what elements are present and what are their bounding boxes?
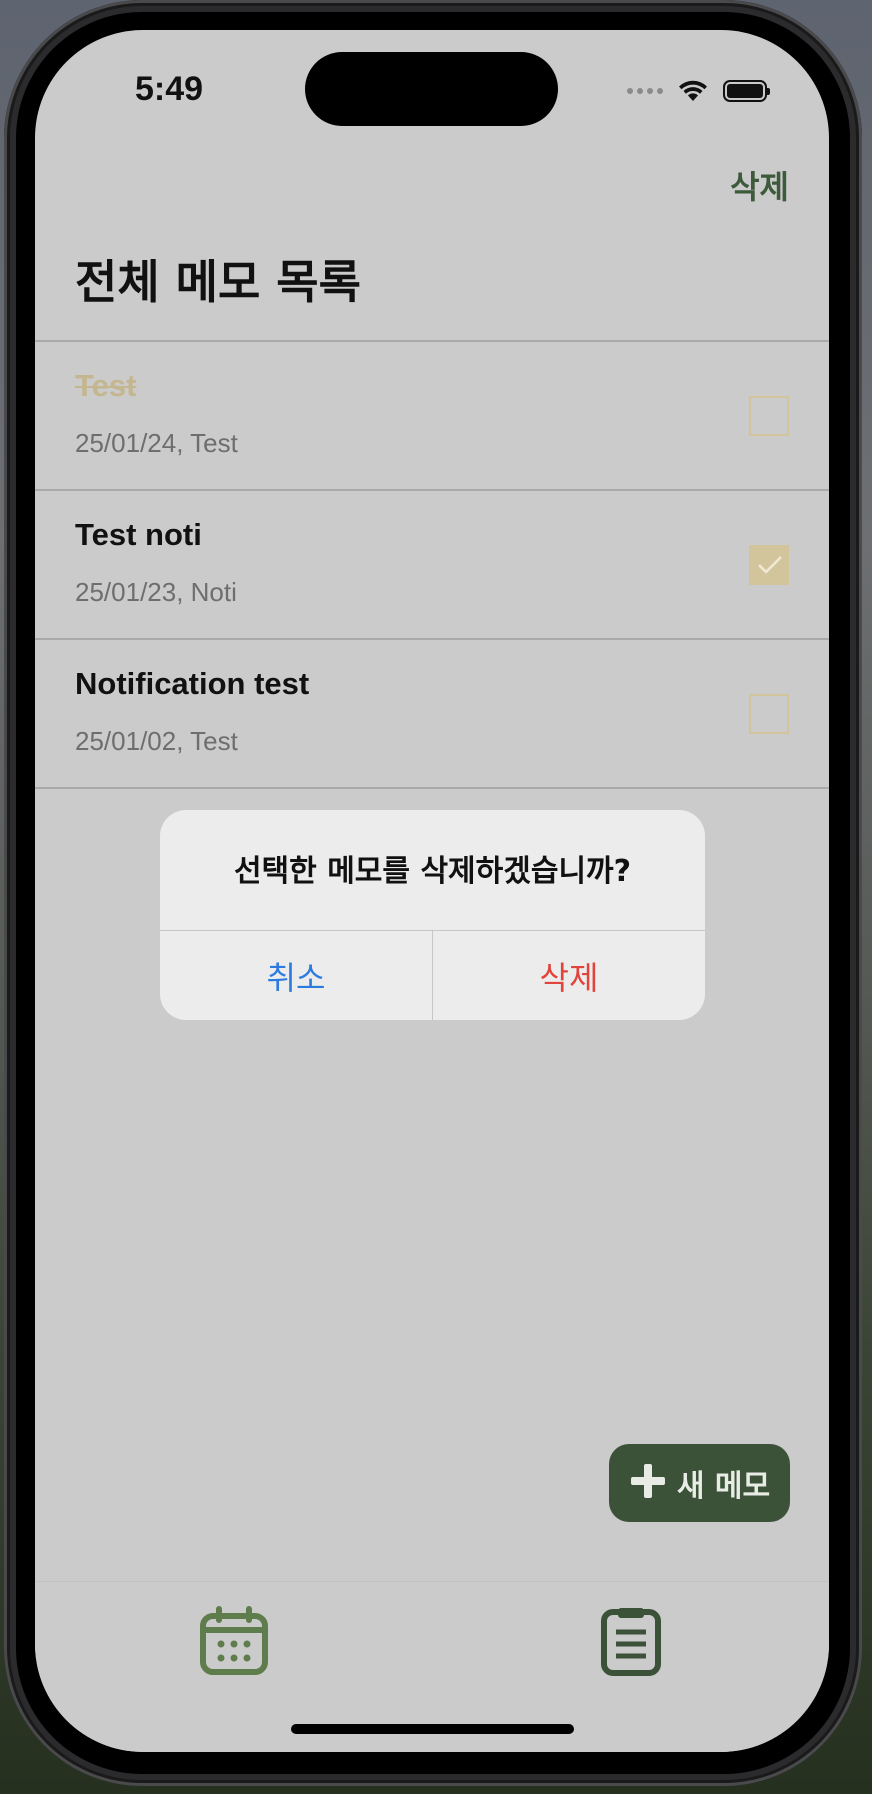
memo-row[interactable]: Test 25/01/24, Test xyxy=(35,340,829,489)
memo-list: Test 25/01/24, Test Test noti 25/01/23, … xyxy=(35,340,829,789)
app-screen: 5:49 삭제 전체 메모 목록 Test 25/01/24, Test Tes… xyxy=(35,30,829,1752)
memo-title: Test noti xyxy=(75,517,202,552)
delete-confirm-alert: 선택한 메모를 삭제하겠습니까? 취소 삭제 xyxy=(160,810,705,1020)
memo-checkbox[interactable] xyxy=(749,694,789,734)
memo-title: Notification test xyxy=(75,666,310,701)
battery-icon xyxy=(723,80,770,102)
memo-title: Test xyxy=(75,368,137,403)
page-title: 전체 메모 목록 xyxy=(75,255,361,309)
alert-delete-button[interactable]: 삭제 xyxy=(433,931,705,1020)
checkmark-icon xyxy=(758,556,782,574)
delete-button[interactable]: 삭제 xyxy=(730,162,789,208)
memo-subtitle: 25/01/02, Test xyxy=(75,726,238,756)
cellular-signal-icon xyxy=(627,88,663,94)
alert-message: 선택한 메모를 삭제하겠습니까? xyxy=(233,854,632,889)
home-indicator[interactable] xyxy=(291,1724,574,1734)
memo-subtitle: 25/01/24, Test xyxy=(75,428,238,458)
new-memo-button[interactable]: 새 메모 xyxy=(609,1444,790,1522)
memo-row[interactable]: Test noti 25/01/23, Noti xyxy=(35,489,829,638)
memo-checkbox[interactable] xyxy=(749,545,789,585)
clipboard-list-icon[interactable] xyxy=(600,1606,662,1676)
wifi-icon xyxy=(679,80,707,101)
memo-row[interactable]: Notification test 25/01/02, Test xyxy=(35,638,829,789)
dynamic-island xyxy=(305,52,558,126)
alert-cancel-button[interactable]: 취소 xyxy=(160,931,433,1020)
status-icons xyxy=(627,76,770,106)
memo-checkbox[interactable] xyxy=(749,396,789,436)
plus-icon xyxy=(630,1464,665,1498)
calendar-icon[interactable] xyxy=(199,1606,269,1676)
status-time: 5:49 xyxy=(135,70,204,108)
memo-subtitle: 25/01/23, Noti xyxy=(75,577,237,607)
alert-actions: 취소 삭제 xyxy=(160,930,705,1020)
new-memo-label: 새 메모 xyxy=(676,1469,771,1504)
